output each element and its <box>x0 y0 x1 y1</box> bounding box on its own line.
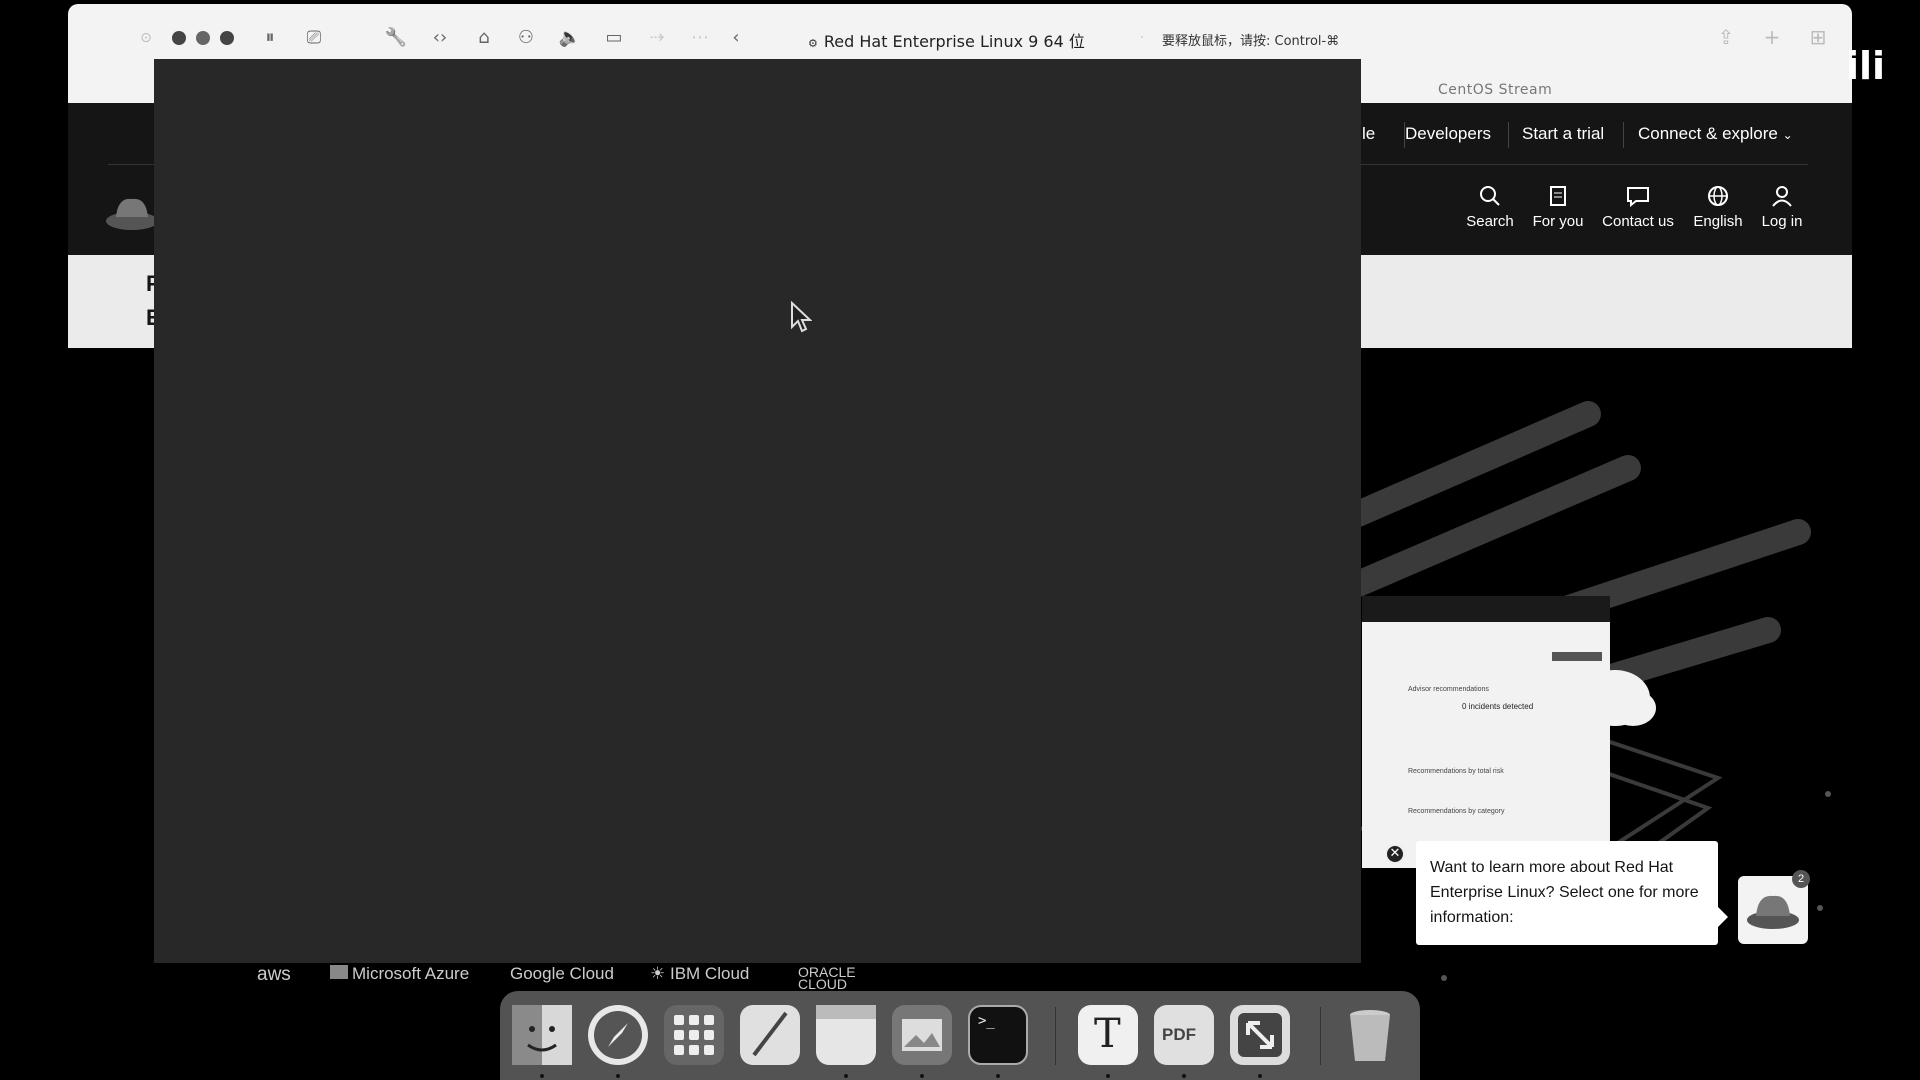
dock-typora[interactable]: T <box>1078 1005 1138 1065</box>
grid-apps-icon <box>674 1015 714 1055</box>
windows-icon <box>330 965 348 979</box>
partner-logo-ibm-cloud: ☀ IBM Cloud <box>650 964 750 984</box>
partner-logo-google-cloud: Google Cloud <box>510 964 614 983</box>
release-mouse-hint: 要释放鼠标，请按: Control-⌘ <box>1162 34 1340 49</box>
partner-logo-azure: Microsoft Azure <box>330 964 469 984</box>
desktop: le Developers Start a trial Connect & ex… <box>0 0 1920 1080</box>
contact-us-label: Contact us <box>1602 213 1674 230</box>
notes-icon <box>816 1005 876 1019</box>
running-indicator <box>1106 1074 1110 1078</box>
globe-icon <box>1708 186 1728 206</box>
dock-textedit[interactable] <box>740 1005 800 1065</box>
dock-screen-sharing[interactable] <box>1230 1005 1290 1065</box>
grid-icon[interactable]: ⊞ <box>1806 25 1830 49</box>
dock-separator <box>1055 1007 1056 1065</box>
dashboard-text: Recommendations by category <box>1408 808 1505 815</box>
resize-arrows-icon <box>1238 1013 1282 1057</box>
chevron-down-icon: ⌄ <box>1782 128 1793 142</box>
dashboard-text: 0 incidents detected <box>1462 702 1534 711</box>
running-indicator <box>1182 1074 1186 1078</box>
dock-pdf-expert[interactable]: PDF <box>1154 1005 1214 1065</box>
watermark-logo: ili <box>1846 44 1886 88</box>
cloud-shape <box>1610 690 1656 726</box>
nav-link-partial[interactable]: le <box>1362 124 1375 144</box>
nav-link-start-trial[interactable]: Start a trial <box>1522 124 1604 144</box>
nav-link-connect-explore[interactable]: Connect & explore ⌄ <box>1638 124 1793 144</box>
mouse-cursor-icon <box>791 301 812 333</box>
running-indicator <box>844 1074 848 1078</box>
dashboard-text: Recommendations by total risk <box>1408 768 1504 775</box>
dashboard-button <box>1552 652 1602 661</box>
camera-icon[interactable]: ▭ <box>602 26 626 50</box>
wrench-icon[interactable]: 🔧 <box>384 26 408 50</box>
user-icon <box>1772 186 1792 207</box>
nav-link-developers[interactable]: Developers <box>1405 124 1491 144</box>
redhat-logo-icon[interactable] <box>104 191 160 235</box>
photo-icon <box>902 1019 942 1051</box>
chat-prompt-bubble[interactable]: Want to learn more about Red Hat Enterpr… <box>1416 841 1728 945</box>
contact-us-action[interactable]: Contact us <box>1598 185 1678 230</box>
partner-logo-oracle-cloud: ORACLE CLOUD <box>798 964 856 992</box>
plus-icon[interactable]: + <box>1760 25 1784 49</box>
dock-notes[interactable] <box>816 1005 876 1065</box>
vm-title: ⚙ Red Hat Enterprise Linux 9 64 位 <box>808 32 1085 51</box>
nav-separator <box>1623 122 1624 148</box>
running-indicator <box>996 1074 1000 1078</box>
partner-logo-aws: aws <box>257 964 291 985</box>
running-indicator <box>616 1074 620 1078</box>
chat-icon <box>1627 187 1649 207</box>
network-icon[interactable]: ⋯ <box>688 26 712 50</box>
for-you-action[interactable]: For you <box>1518 185 1598 230</box>
chat-close-button[interactable]: ✕ <box>1385 844 1405 864</box>
terminal-icon: >_ <box>978 1013 995 1029</box>
language-label: English <box>1693 213 1743 230</box>
sun-icon: ☀ <box>650 964 666 984</box>
typora-icon: T <box>1094 1011 1121 1057</box>
browser-tab-title[interactable]: CentOS Stream <box>1438 82 1552 98</box>
running-indicator <box>540 1074 544 1078</box>
search-icon <box>1480 186 1500 206</box>
snapshot-icon[interactable]: ⎚ <box>302 26 326 50</box>
share-icon[interactable]: ⇪ <box>1714 25 1738 49</box>
usb-icon[interactable]: ⇢ <box>645 26 669 50</box>
running-indicator <box>920 1074 924 1078</box>
login-label: Log in <box>1761 213 1803 230</box>
chevron-left-icon[interactable]: ‹ <box>724 26 748 50</box>
for-you-label: For you <box>1532 213 1584 230</box>
dock-preview[interactable] <box>892 1005 952 1065</box>
pen-icon <box>752 1011 788 1057</box>
vm-status-icon: ⚙ <box>808 37 818 50</box>
finder-icon <box>512 1005 572 1065</box>
sidebar-icon[interactable]: ⊙ <box>134 26 158 50</box>
login-action[interactable]: Log in <box>1742 185 1822 230</box>
minimize-window-button[interactable] <box>196 31 210 45</box>
dock-finder[interactable] <box>512 1005 572 1065</box>
running-indicator <box>1258 1074 1262 1078</box>
document-icon <box>1550 186 1566 206</box>
dock-safari[interactable] <box>588 1005 648 1065</box>
search-label: Search <box>1466 213 1514 230</box>
nav-separator <box>1508 122 1509 148</box>
zoom-window-button[interactable] <box>220 31 234 45</box>
dock-trash[interactable] <box>1340 1005 1400 1065</box>
speaker-icon[interactable]: 🔈 <box>558 26 582 50</box>
compass-icon <box>594 1011 642 1059</box>
mouse-capture-icon: · <box>1139 30 1145 46</box>
dashboard-header <box>1362 596 1610 622</box>
code-arrows-icon[interactable]: ‹› <box>428 26 452 50</box>
close-window-button[interactable] <box>172 31 186 45</box>
trash-icon <box>1350 1010 1390 1061</box>
dashboard-text: Advisor recommendations <box>1408 686 1489 693</box>
dock-separator <box>1320 1007 1321 1065</box>
vm-guest-screen[interactable] <box>154 59 1361 963</box>
dock-terminal[interactable]: >_ <box>968 1005 1028 1065</box>
dock-launchpad[interactable] <box>664 1005 724 1065</box>
dashboard-preview: Advisor recommendations 0 incidents dete… <box>1362 596 1610 868</box>
pause-icon[interactable]: ⏸ <box>258 26 282 50</box>
chat-notification-badge: 2 <box>1792 870 1810 888</box>
drive-icon[interactable]: ⌂ <box>472 26 496 50</box>
user-device-icon[interactable]: ⚇ <box>514 26 538 50</box>
dock: >_ T PDF <box>500 991 1420 1080</box>
pdf-icon: PDF <box>1162 1025 1196 1044</box>
